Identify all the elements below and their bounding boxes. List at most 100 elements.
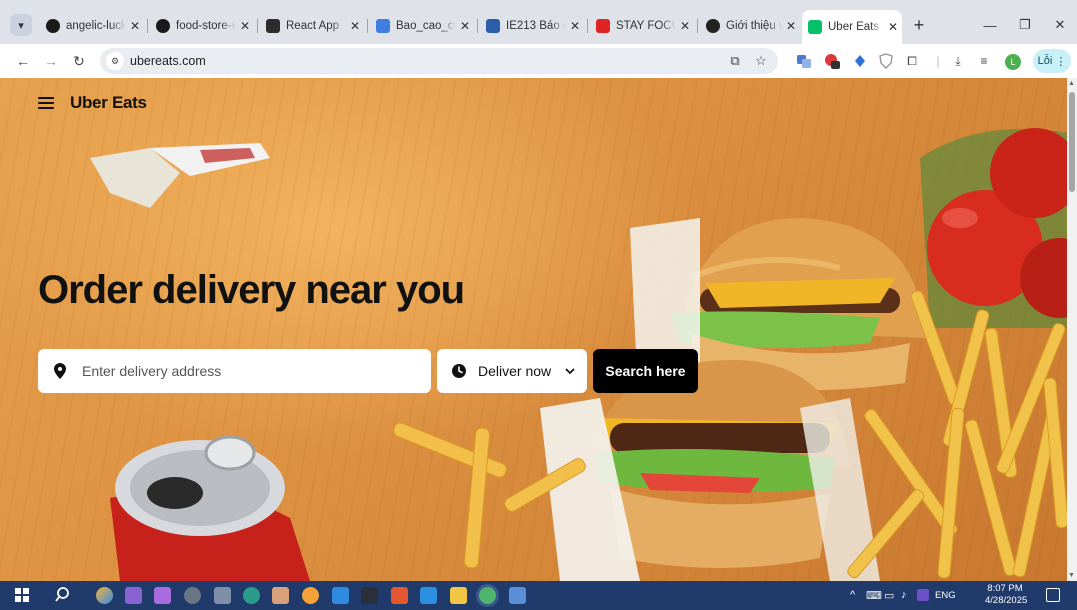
notification-icon[interactable] — [1046, 588, 1060, 602]
app-blue-icon[interactable] — [332, 587, 349, 604]
address-bar[interactable]: ⚙ ubereats.com ⧉ ☆ — [100, 48, 778, 74]
delivery-address-input[interactable] — [82, 359, 412, 383]
visual-studio-2-icon[interactable] — [154, 587, 171, 604]
tab-bao-cao[interactable]: Bao_cao_cuo ✕ — [370, 14, 474, 38]
deliver-time-dropdown[interactable]: Deliver now — [437, 349, 587, 393]
tab-divider — [477, 19, 478, 33]
more-menu-icon[interactable]: ⋮ — [1055, 55, 1066, 68]
chrome-active-icon[interactable] — [479, 587, 496, 604]
page-scrollbar[interactable]: ▲ ▼ — [1067, 78, 1077, 581]
scroll-thumb[interactable] — [1069, 92, 1075, 192]
tab-favicon-icon — [486, 19, 500, 33]
tab-search-chevron-icon[interactable]: ▾ — [10, 14, 32, 36]
bookmark-star-icon[interactable]: ☆ — [752, 52, 770, 70]
reading-list-icon[interactable]: ≡ — [975, 52, 993, 70]
install-app-icon[interactable]: ⧉ — [726, 52, 744, 70]
translate-extension-icon[interactable] — [795, 52, 813, 70]
extension-badge-icon[interactable] — [823, 52, 841, 70]
avatar-app-icon[interactable] — [272, 587, 289, 604]
tab-ie213[interactable]: IE213 Báo cá ✕ — [480, 14, 584, 38]
tab-close-icon[interactable]: ✕ — [676, 19, 694, 33]
extensions-puzzle-icon[interactable]: ⧠ — [903, 52, 921, 70]
tab-title: Giới thiệu w — [726, 20, 782, 32]
media-app-icon[interactable] — [184, 587, 201, 604]
tab-divider — [367, 19, 368, 33]
vscode-icon[interactable] — [420, 587, 437, 604]
brave-icon[interactable] — [391, 587, 408, 604]
download-icon[interactable]: ⤓ — [949, 52, 967, 70]
taskbar-clock[interactable]: 8:07 PM 4/28/2025 — [985, 583, 1028, 607]
hero-title: Order delivery near you — [38, 268, 465, 312]
reload-icon[interactable]: ↻ — [68, 50, 90, 72]
delivery-address-field[interactable] — [38, 349, 431, 393]
tab-favicon-icon — [596, 19, 610, 33]
browser-tabstrip: ▾ angelic-luck ✕ food-store-w ✕ React Ap… — [0, 0, 1077, 44]
restore-icon[interactable]: ❐ — [1010, 14, 1040, 36]
tab-close-icon[interactable]: ✕ — [566, 19, 584, 33]
address-url[interactable]: ubereats.com — [130, 54, 206, 68]
location-pin-icon — [54, 363, 66, 379]
windows-start-icon[interactable] — [15, 588, 29, 602]
tab-close-icon[interactable]: ✕ — [782, 19, 800, 33]
tab-close-icon[interactable]: ✕ — [346, 19, 364, 33]
windows-taskbar: ^ ⌨ ▭ ♪ ENG 8:07 PM 4/28/2025 — [0, 581, 1077, 610]
terminal-icon[interactable] — [361, 587, 378, 604]
bolt-extension-icon[interactable] — [851, 52, 869, 70]
tray-battery-icon[interactable]: ▭ — [884, 589, 894, 602]
toolbar-divider: | — [936, 54, 940, 68]
tab-stay-focus[interactable]: STAY FOCUS ✕ — [590, 14, 694, 38]
tab-close-icon[interactable]: ✕ — [236, 19, 254, 33]
taskbar-search-icon[interactable] — [55, 586, 73, 604]
tab-close-icon[interactable]: ✕ — [884, 20, 902, 34]
clock-date: 4/28/2025 — [985, 595, 1028, 606]
forward-arrow-icon[interactable]: → — [40, 50, 62, 72]
error-chip-label: Lỗi — [1037, 55, 1053, 67]
new-tab-plus-icon[interactable]: + — [908, 14, 930, 36]
tab-favicon-icon — [376, 19, 390, 33]
search-here-button[interactable]: Search here — [593, 349, 698, 393]
scroll-up-icon[interactable]: ▲ — [1068, 80, 1075, 87]
page-viewport: Uber Eats Order delivery near you Delive… — [0, 78, 1067, 581]
tab-favicon-icon — [266, 19, 280, 33]
minimize-icon[interactable]: — — [975, 14, 1005, 36]
tray-volume-icon[interactable]: ♪ — [901, 589, 907, 601]
chrome-icon[interactable] — [302, 587, 319, 604]
tab-react-app[interactable]: React App ✕ — [260, 14, 364, 38]
clock-icon — [452, 364, 466, 378]
site-info-icon[interactable]: ⚙ — [106, 52, 124, 70]
file-explorer-icon[interactable] — [450, 587, 467, 604]
tab-title: Bao_cao_cuo — [396, 20, 456, 32]
tab-title: STAY FOCUS — [616, 20, 676, 32]
tab-title: IE213 Báo cá — [506, 20, 566, 32]
tab-divider — [697, 19, 698, 33]
error-chip[interactable]: Lỗi ⋮ — [1033, 49, 1071, 73]
tray-language[interactable]: ENG — [935, 590, 956, 601]
tab-divider — [257, 19, 258, 33]
tray-network-icon[interactable]: ⌨ — [866, 589, 882, 602]
menu-hamburger-icon[interactable] — [38, 97, 54, 109]
tab-gioi-thieu[interactable]: Giới thiệu w ✕ — [700, 14, 800, 38]
tab-close-icon[interactable]: ✕ — [126, 19, 144, 33]
tab-food-store[interactable]: food-store-w ✕ — [150, 14, 254, 38]
network-app-icon[interactable] — [243, 587, 260, 604]
window-close-icon[interactable]: ✕ — [1045, 14, 1075, 36]
back-arrow-icon[interactable]: ← — [12, 50, 34, 72]
tab-close-icon[interactable]: ✕ — [456, 19, 474, 33]
tab-favicon-icon — [156, 19, 170, 33]
tray-app-icon[interactable] — [917, 589, 929, 601]
tray-chevron-icon[interactable]: ^ — [850, 589, 855, 601]
uber-eats-logo[interactable]: Uber Eats — [70, 93, 147, 113]
clock-time: 8:07 PM — [987, 583, 1023, 594]
shield-extension-icon[interactable] — [877, 52, 895, 70]
tab-title: food-store-w — [176, 20, 236, 32]
deliver-time-label: Deliver now — [478, 363, 552, 379]
scroll-down-icon[interactable]: ▼ — [1068, 572, 1075, 579]
tab-angelic-luck[interactable]: angelic-luck ✕ — [40, 14, 144, 38]
cloud-app-icon[interactable] — [214, 587, 231, 604]
tab-title: Uber Eats | F — [828, 21, 884, 33]
copilot-icon[interactable] — [96, 587, 113, 604]
visual-studio-icon[interactable] — [125, 587, 142, 604]
profile-avatar[interactable]: L — [1005, 54, 1021, 70]
photos-icon[interactable] — [509, 587, 526, 604]
tab-uber-eats[interactable]: Uber Eats | F ✕ — [802, 10, 902, 44]
